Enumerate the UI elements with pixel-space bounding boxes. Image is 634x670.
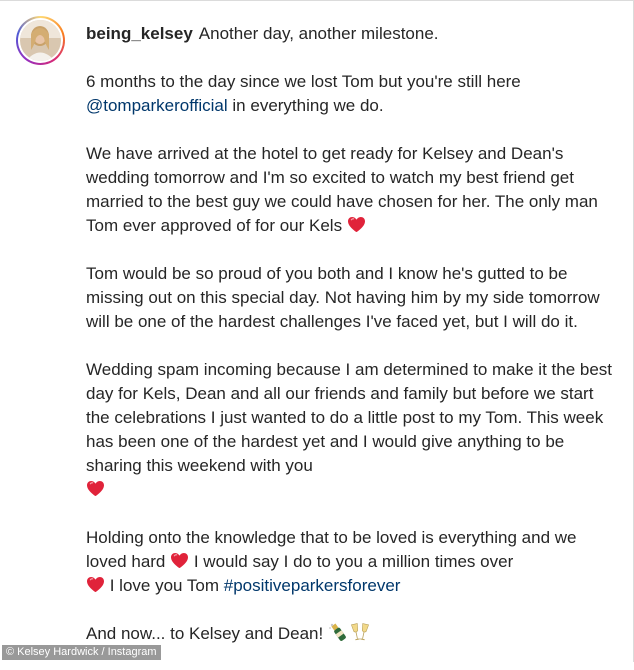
caption-paragraph-2: We have arrived at the hotel to get read… (86, 142, 616, 238)
instagram-post-caption: being_kelsey Another day, another milesto… (0, 0, 634, 662)
red-heart-icon (87, 480, 104, 497)
caption-intro-text: Another day, another milestone. (198, 24, 439, 43)
caption-paragraph-4: Wedding spam incoming because I am deter… (86, 358, 616, 502)
paragraph-2-text: We have arrived at the hotel to get read… (86, 144, 598, 235)
caption-paragraph-5: Holding onto the knowledge that to be lo… (86, 526, 616, 598)
username-link[interactable]: being_kelsey (86, 24, 193, 43)
clinking-glasses-icon (350, 623, 369, 641)
caption-paragraph-3: Tom would be so proud of you both and I … (86, 262, 616, 334)
caption-intro: being_kelsey Another day, another milesto… (86, 22, 616, 46)
paragraph-5-text-c: I love you Tom (109, 576, 220, 595)
avatar[interactable] (16, 16, 65, 65)
champagne-bottle-icon (329, 623, 346, 641)
paragraph-3-text: Tom would be so proud of you both and I … (86, 264, 600, 331)
red-heart-icon (87, 576, 104, 593)
photo-credit: © Kelsey Hardwick / Instagram (2, 645, 161, 660)
caption-paragraph-6: And now... to Kelsey and Dean! (86, 622, 616, 646)
avatar-inner (18, 18, 63, 63)
caption-paragraph-1: 6 months to the day since we lost Tom bu… (86, 70, 616, 118)
avatar-photo (20, 20, 61, 61)
hashtag-link[interactable]: #positiveparkersforever (224, 576, 401, 595)
paragraph-4-text: Wedding spam incoming because I am deter… (86, 360, 613, 475)
red-heart-icon (171, 552, 189, 569)
red-heart-icon (347, 216, 365, 233)
mention-link[interactable]: @tomparkerofficial (86, 96, 228, 115)
paragraph-5-text-b: I would say I do to you a million times … (193, 552, 514, 571)
paragraph-6-text: And now... to Kelsey and Dean! (86, 624, 324, 643)
caption-text: being_kelsey Another day, another milesto… (86, 22, 616, 670)
paragraph-1-text: 6 months to the day since we lost Tom bu… (86, 72, 521, 91)
paragraph-1-end: in everything we do. (232, 96, 384, 115)
